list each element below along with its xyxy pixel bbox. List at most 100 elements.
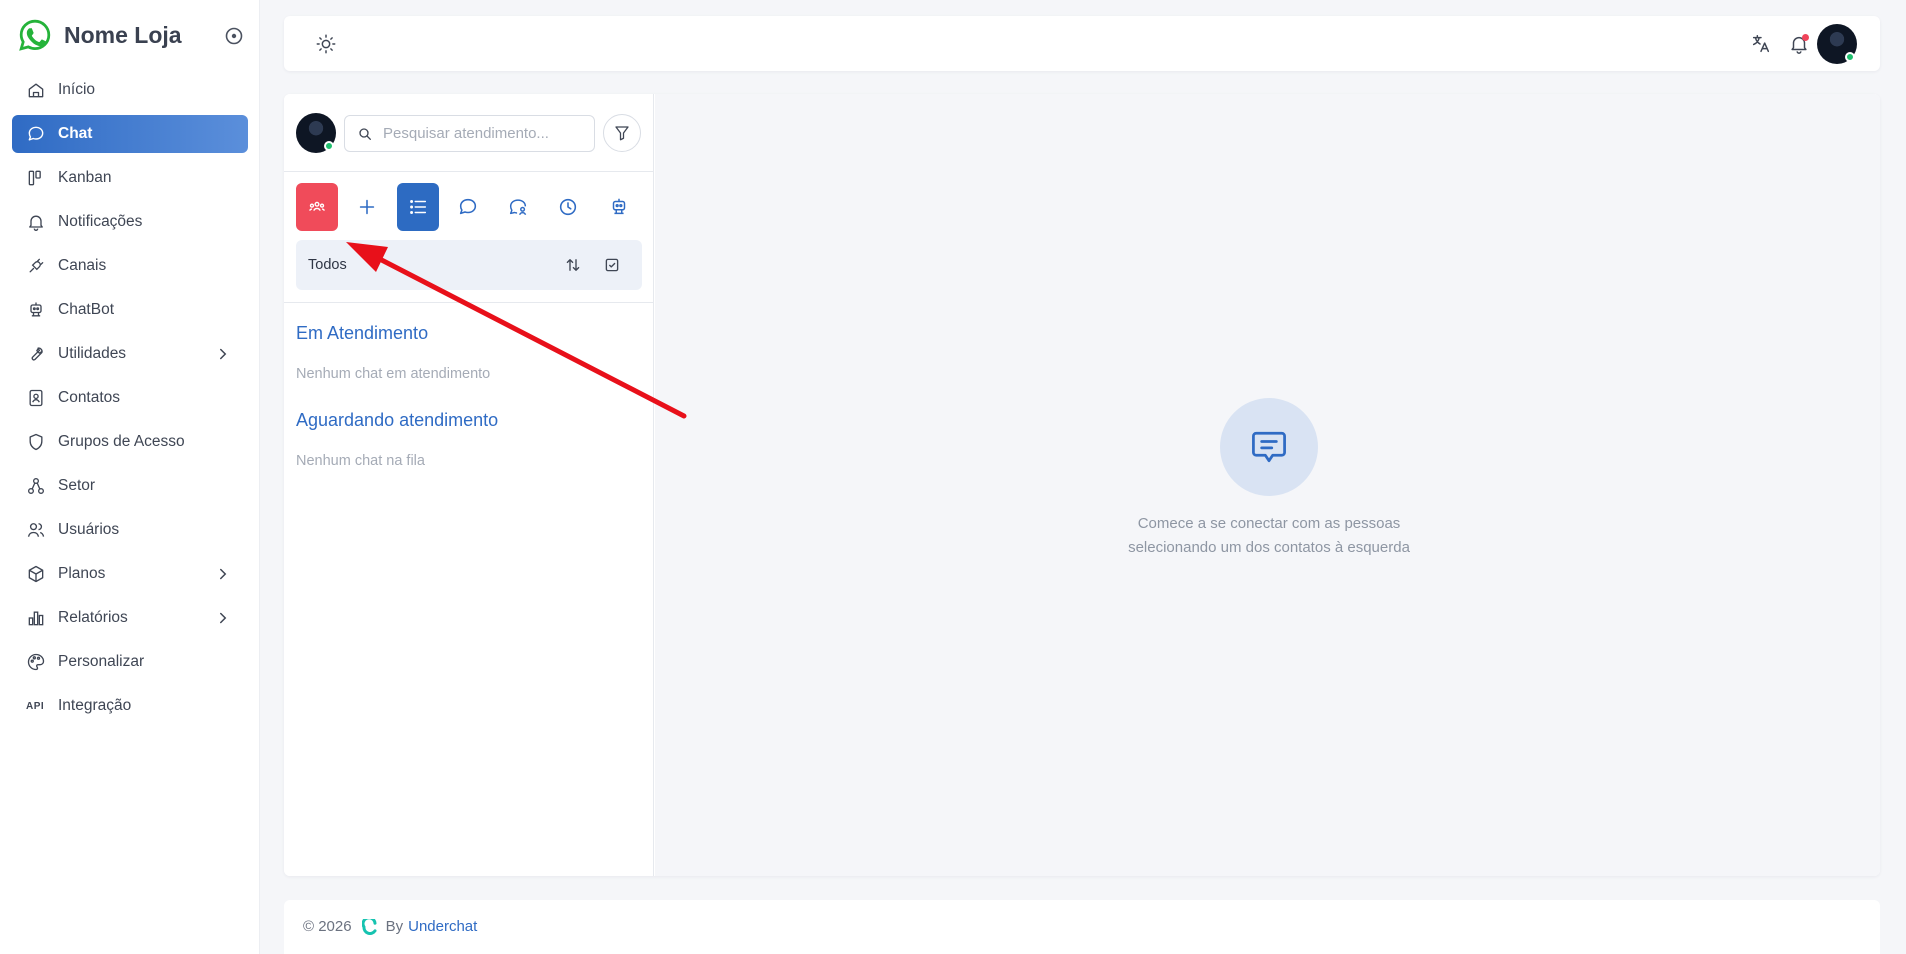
group-chats-button[interactable] — [296, 183, 338, 231]
chevron-right-icon — [220, 568, 227, 580]
sidebar-item-label: ChatBot — [58, 301, 115, 318]
filter-button[interactable] — [603, 114, 641, 152]
footer: © 2026 By Underchat — [284, 900, 1880, 954]
sidebar-item-label: Notificações — [58, 213, 143, 230]
chevron-right-icon — [220, 612, 227, 624]
sidebar-item-label: Planos — [58, 565, 106, 582]
sidebar-item-label: Contatos — [58, 389, 121, 406]
search-field[interactable] — [344, 115, 595, 152]
section-in-service-title: Em Atendimento — [296, 323, 429, 343]
my-chats-button[interactable] — [497, 183, 539, 231]
divider — [284, 171, 654, 172]
clock-icon — [559, 198, 577, 216]
sidebar-item-label: Relatórios — [58, 609, 128, 626]
online-status-dot — [324, 141, 334, 151]
message-square-icon — [1252, 431, 1286, 463]
sidebar-item-grupos-de-acesso[interactable]: Grupos de Acesso — [12, 423, 248, 461]
bar-chart-icon — [28, 611, 44, 626]
chatbot-button[interactable] — [598, 183, 640, 231]
sidebar-item-relatorios[interactable]: Relatórios — [12, 599, 248, 637]
empty-state-badge — [1220, 398, 1318, 496]
group-icon — [309, 201, 325, 211]
copyright-text: © 2026 — [303, 918, 352, 935]
whatsapp-icon — [19, 19, 51, 51]
chats-tab-button[interactable] — [447, 183, 489, 231]
section-waiting-title: Aguardando atendimento — [296, 410, 499, 430]
sidebar-item-setor[interactable]: Setor — [12, 467, 248, 505]
sidebar-collapse-icon[interactable] — [224, 26, 244, 46]
sidebar-item-kanban[interactable]: Kanban — [12, 159, 248, 197]
palette-icon — [27, 653, 45, 671]
sidebar-item-contatos[interactable]: Contatos — [12, 379, 248, 417]
sort-icon[interactable] — [564, 256, 582, 274]
chat-bubble-icon — [459, 198, 477, 215]
hierarchy-icon — [28, 478, 44, 494]
sidebar-item-notificacoes[interactable]: Notificações — [12, 203, 248, 241]
sidebar-item-planos[interactable]: Planos — [12, 555, 248, 593]
filter-icon — [615, 126, 629, 141]
underchat-link[interactable]: Underchat — [408, 918, 477, 935]
api-icon: API — [26, 700, 45, 712]
notification-dot — [1802, 34, 1809, 41]
sidebar-item-personalizar[interactable]: Personalizar — [12, 643, 248, 681]
sidebar-item-integracao[interactable]: API Integração — [12, 687, 248, 725]
chat-user-icon — [509, 199, 527, 216]
empty-state-line2: selecionando um dos contatos à esquerda — [1128, 539, 1410, 556]
underchat-logo-icon — [361, 918, 377, 935]
sidebar-item-label: Utilidades — [58, 345, 127, 362]
sidebar-item-canais[interactable]: Canais — [12, 247, 248, 285]
section-in-service-empty: Nenhum chat em atendimento — [296, 366, 491, 382]
sidebar-item-chat[interactable]: Chat — [12, 115, 248, 153]
list-icon — [410, 200, 427, 214]
sidebar-nav: Início Chat Kanban Notificações Canais C… — [12, 71, 248, 731]
brand-title: Nome Loja — [64, 21, 182, 48]
status-filter-bar: Todos — [296, 240, 642, 290]
filter-label[interactable]: Todos — [308, 257, 347, 273]
empty-state-text: Comece a se conectar com as pessoas sele… — [1070, 512, 1468, 560]
sidebar-item-label: Personalizar — [58, 653, 145, 670]
sidebar-item-label: Chat — [58, 125, 93, 142]
sidebar-item-label: Integração — [58, 697, 132, 714]
brand[interactable]: Nome Loja — [18, 18, 182, 52]
search-input[interactable] — [383, 125, 583, 142]
sidebar-item-utilidades[interactable]: Utilidades — [12, 335, 248, 373]
plug-icon — [29, 258, 44, 273]
divider — [284, 302, 654, 303]
search-icon — [359, 127, 371, 140]
robot-icon — [30, 302, 42, 317]
new-chat-button[interactable] — [346, 183, 388, 231]
select-all-icon[interactable] — [603, 256, 621, 274]
chat-list-panel: Todos Em Atendimento Nenhum chat em aten… — [284, 94, 654, 876]
sidebar-item-inicio[interactable]: Início — [12, 71, 248, 109]
bell-icon — [29, 215, 43, 231]
sidebar-item-label: Setor — [58, 477, 96, 494]
sidebar-item-label: Usuários — [58, 521, 120, 538]
list-view-button[interactable] — [397, 183, 439, 231]
empty-state-line1: Comece a se conectar com as pessoas — [1137, 515, 1401, 532]
kanban-icon — [28, 170, 41, 186]
robot-icon — [612, 198, 626, 215]
sidebar-item-label: Kanban — [58, 169, 112, 186]
chat-bubble-icon — [28, 126, 44, 141]
sidebar: Nome Loja Início Chat Kanban Notificaçõe… — [0, 0, 260, 954]
home-icon — [28, 83, 44, 98]
online-status-dot — [1845, 52, 1855, 62]
contacts-book-icon — [29, 389, 43, 407]
package-icon — [28, 565, 44, 583]
sidebar-item-label: Início — [58, 81, 96, 98]
sidebar-item-usuarios[interactable]: Usuários — [12, 511, 248, 549]
sidebar-item-label: Grupos de Acesso — [58, 433, 185, 450]
users-icon — [27, 523, 45, 537]
chevron-right-icon — [220, 348, 227, 360]
wrench-icon — [31, 347, 43, 361]
sidebar-item-chatbot[interactable]: ChatBot — [12, 291, 248, 329]
plus-icon — [359, 199, 375, 215]
chat-workspace: Todos Em Atendimento Nenhum chat em aten… — [284, 94, 1880, 876]
sidebar-item-label: Canais — [58, 257, 107, 274]
translate-icon[interactable] — [1750, 33, 1772, 55]
section-waiting-empty: Nenhum chat na fila — [296, 453, 425, 469]
sun-icon[interactable] — [315, 33, 337, 55]
shield-icon — [29, 433, 43, 451]
scheduled-button[interactable] — [547, 183, 589, 231]
footer-by-text: By — [385, 918, 404, 935]
